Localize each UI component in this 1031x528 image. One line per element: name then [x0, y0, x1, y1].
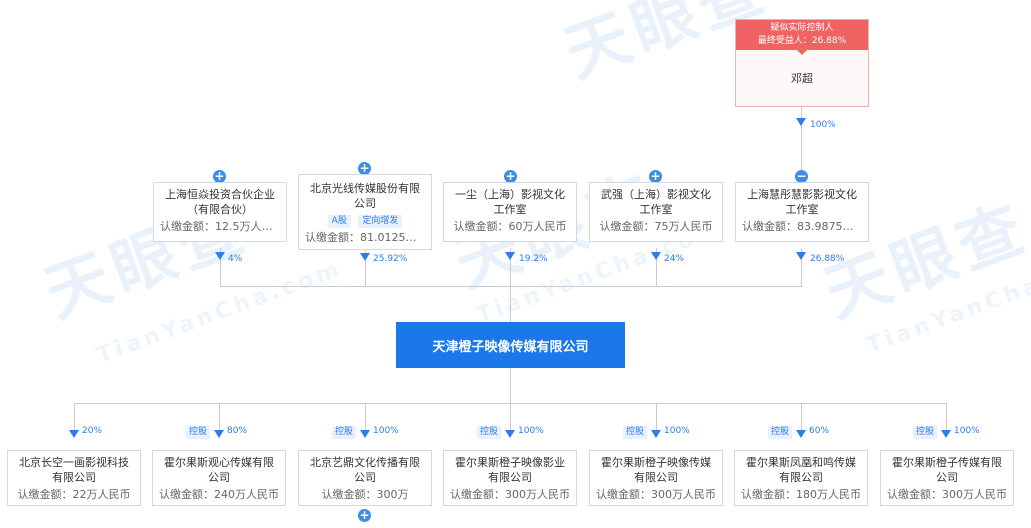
investment-amount: 认缴金额：22万人民币 — [17, 488, 131, 501]
connector-line — [510, 368, 511, 403]
investment-name[interactable]: 霍尔果斯橙子映像传媒有限公司 — [596, 455, 716, 485]
shareholder-percent: 26.88% — [810, 254, 845, 264]
arrow-down-icon — [360, 253, 370, 261]
investment-name[interactable]: 霍尔果斯橙子传媒有限公司 — [887, 455, 1007, 485]
shareholder-card[interactable]: 北京光线传媒股份有限公司 A股 定向增发 认缴金额：81.0125万人民... — [298, 174, 432, 250]
investment-name[interactable]: 北京长空一画影视科技有限公司 — [14, 455, 134, 485]
shareholder-name[interactable]: 北京光线传媒股份有限公司 — [305, 181, 425, 211]
arrow-down-icon — [796, 430, 806, 438]
investment-percent: 100% — [518, 426, 544, 436]
investment-name[interactable]: 霍尔果斯观心传媒有限公司 — [159, 455, 279, 485]
shareholder-percent: 24% — [664, 254, 685, 264]
investment-percent: 80% — [227, 426, 248, 436]
shareholder-amount: 认缴金额：12.5万人民币 — [160, 220, 280, 233]
investment-percent: 100% — [664, 426, 690, 436]
connector-line — [220, 286, 802, 287]
investment-amount: 认缴金额：300万人民币 — [450, 488, 570, 501]
connector-line — [510, 403, 511, 433]
holding-badge: 控股 — [913, 426, 938, 439]
arrow-down-icon — [360, 430, 370, 438]
investment-amount: 认缴金额：300万 — [321, 488, 409, 501]
arrow-down-icon — [651, 430, 661, 438]
watermark-sub: TianYanCha.com — [863, 246, 1031, 359]
investment-card[interactable]: 霍尔果斯观心传媒有限公司 认缴金额：240万人民币 — [152, 450, 286, 506]
investment-percent: 100% — [954, 426, 980, 436]
investment-card[interactable]: 北京长空一画影视科技有限公司 认缴金额：22万人民币 — [7, 450, 141, 506]
arrow-down-icon — [69, 430, 79, 438]
tag-a-share: A股 — [327, 215, 351, 228]
shareholder-tags: A股 定向增发 — [305, 212, 425, 228]
arrow-down-icon — [215, 252, 225, 260]
investment-name[interactable]: 霍尔果斯橙子映像影业有限公司 — [450, 455, 570, 485]
expand-icon[interactable]: + — [358, 509, 371, 522]
investment-card[interactable]: 霍尔果斯橙子映像影业有限公司 认缴金额：300万人民币 — [443, 450, 577, 506]
tag-private-placement: 定向增发 — [358, 215, 403, 228]
investment-card[interactable]: 霍尔果斯橙子传媒有限公司 认缴金额：300万人民币 — [880, 450, 1014, 506]
shareholder-percent: 19.2% — [519, 254, 548, 264]
arrow-down-icon — [505, 252, 515, 260]
investment-name[interactable]: 霍尔果斯凤凰和鸣传媒有限公司 — [741, 455, 861, 485]
controller-label: 疑似实际控制人 最终受益人：26.88% — [736, 20, 868, 55]
arrow-down-icon — [796, 118, 806, 126]
investment-card[interactable]: 北京艺鼎文化传播有限公司 认缴金额：300万 — [298, 450, 432, 506]
connector-line — [365, 403, 366, 433]
investment-amount: 认缴金额：240万人民币 — [159, 488, 279, 501]
investment-card[interactable]: 霍尔果斯橙子映像传媒有限公司 认缴金额：300万人民币 — [589, 450, 723, 506]
shareholder-name[interactable]: 武强（上海）影视文化工作室 — [596, 187, 716, 217]
shareholder-card[interactable]: 武强（上海）影视文化工作室 认缴金额：75万人民币 — [589, 182, 723, 242]
arrow-down-icon — [214, 430, 224, 438]
shareholder-amount: 认缴金额：83.9875万人... — [742, 220, 862, 233]
controller-percent: 100% — [810, 120, 836, 130]
shareholder-percent: 4% — [228, 254, 243, 264]
shareholder-amount: 认缴金额：81.0125万人民... — [305, 231, 425, 244]
holding-badge: 控股 — [477, 426, 502, 439]
shareholder-amount: 认缴金额：60万人民币 — [453, 220, 567, 233]
shareholder-name[interactable]: 上海恒焱投资合伙企业（有限合伙） — [160, 187, 280, 217]
investment-amount: 认缴金额：180万人民币 — [741, 488, 861, 501]
arrow-down-icon — [941, 430, 951, 438]
controller-card[interactable]: 疑似实际控制人 最终受益人：26.88% 邓超 — [735, 19, 869, 107]
connector-line — [656, 403, 657, 433]
connector-line — [946, 403, 947, 433]
holding-badge: 控股 — [768, 426, 793, 439]
investment-percent: 100% — [373, 426, 399, 436]
center-company[interactable]: 天津橙子映像传媒有限公司 — [396, 322, 625, 368]
investment-name[interactable]: 北京艺鼎文化传播有限公司 — [305, 455, 425, 485]
controller-label-line1: 疑似实际控制人 — [770, 23, 834, 33]
connector-line — [219, 403, 220, 433]
connector-line — [801, 403, 802, 433]
controller-label-line2: 最终受益人：26.88% — [757, 36, 847, 46]
holding-badge: 控股 — [623, 426, 648, 439]
arrow-down-icon — [651, 252, 661, 260]
shareholder-percent: 25.92% — [373, 254, 408, 264]
connector-line — [74, 403, 75, 433]
shareholder-name[interactable]: 一尘（上海）影视文化工作室 — [450, 187, 570, 217]
holding-badge: 控股 — [186, 426, 211, 439]
investment-card[interactable]: 霍尔果斯凤凰和鸣传媒有限公司 认缴金额：180万人民币 — [734, 450, 868, 506]
arrow-down-icon — [796, 252, 806, 260]
shareholder-card[interactable]: 一尘（上海）影视文化工作室 认缴金额：60万人民币 — [443, 182, 577, 242]
shareholder-name[interactable]: 上海慧彤慧影影视文化工作室 — [742, 187, 862, 217]
arrow-down-icon — [505, 430, 515, 438]
shareholder-card[interactable]: 上海恒焱投资合伙企业（有限合伙） 认缴金额：12.5万人民币 — [153, 182, 287, 242]
controller-name[interactable]: 邓超 — [736, 70, 868, 86]
shareholder-amount: 认缴金额：75万人民币 — [599, 220, 713, 233]
holding-badge: 控股 — [332, 426, 357, 439]
investment-amount: 认缴金额：300万人民币 — [887, 488, 1007, 501]
investment-percent: 20% — [82, 426, 103, 436]
shareholder-card[interactable]: 上海慧彤慧影影视文化工作室 认缴金额：83.9875万人... — [735, 182, 869, 242]
investment-amount: 认缴金额：300万人民币 — [596, 488, 716, 501]
investment-percent: 60% — [809, 426, 830, 436]
